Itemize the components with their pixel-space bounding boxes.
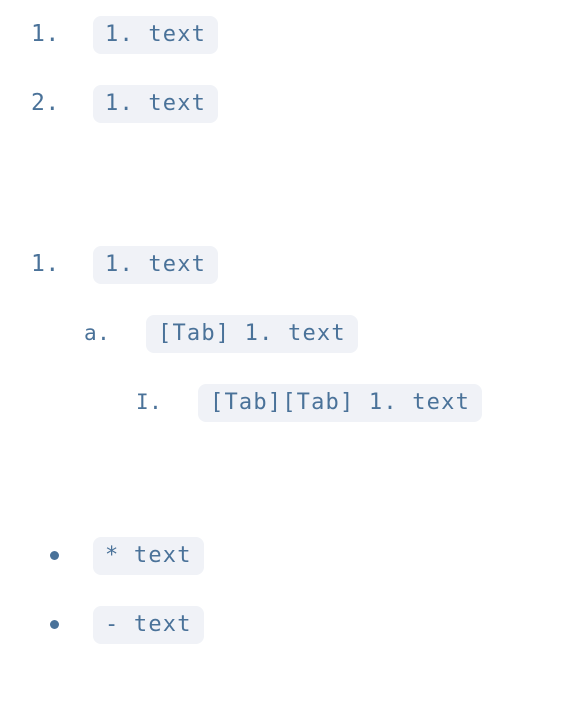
list-item-nested-level2: a. [Tab] 1. text (0, 299, 562, 368)
unordered-list: * text - text (0, 521, 562, 659)
code-chip: [Tab] 1. text (146, 314, 358, 353)
list-marker-decimal: 2. (31, 90, 60, 116)
bullet-icon (50, 620, 59, 629)
bullet-icon (50, 551, 59, 560)
list-marker-decimal: 1. (31, 251, 60, 277)
list-item-nested-level3: I. [Tab][Tab] 1. text (0, 368, 562, 437)
code-chip: 1. text (93, 245, 219, 284)
list-item: * text (0, 521, 562, 590)
ordered-list-basic: 1. 1. text 2. 1. text (0, 0, 562, 138)
code-chip: [Tab][Tab] 1. text (198, 383, 483, 422)
list-item: 1. 1. text (0, 0, 562, 69)
code-chip: * text (93, 536, 204, 575)
list-item: 1. 1. text (0, 230, 562, 299)
code-chip: 1. text (93, 15, 219, 54)
code-chip: 1. text (93, 84, 219, 123)
ordered-list-nested: 1. 1. text a. [Tab] 1. text I. [Tab][Tab… (0, 230, 562, 437)
list-marker-lower-alpha: a. (84, 321, 111, 345)
document-page: 1. 1. text 2. 1. text 1. 1. text a. [Tab… (0, 0, 562, 706)
list-item: 2. 1. text (0, 69, 562, 138)
code-chip: - text (93, 605, 204, 644)
list-item: - text (0, 590, 562, 659)
list-marker-roman: I. (136, 390, 163, 414)
list-marker-decimal: 1. (31, 21, 60, 47)
